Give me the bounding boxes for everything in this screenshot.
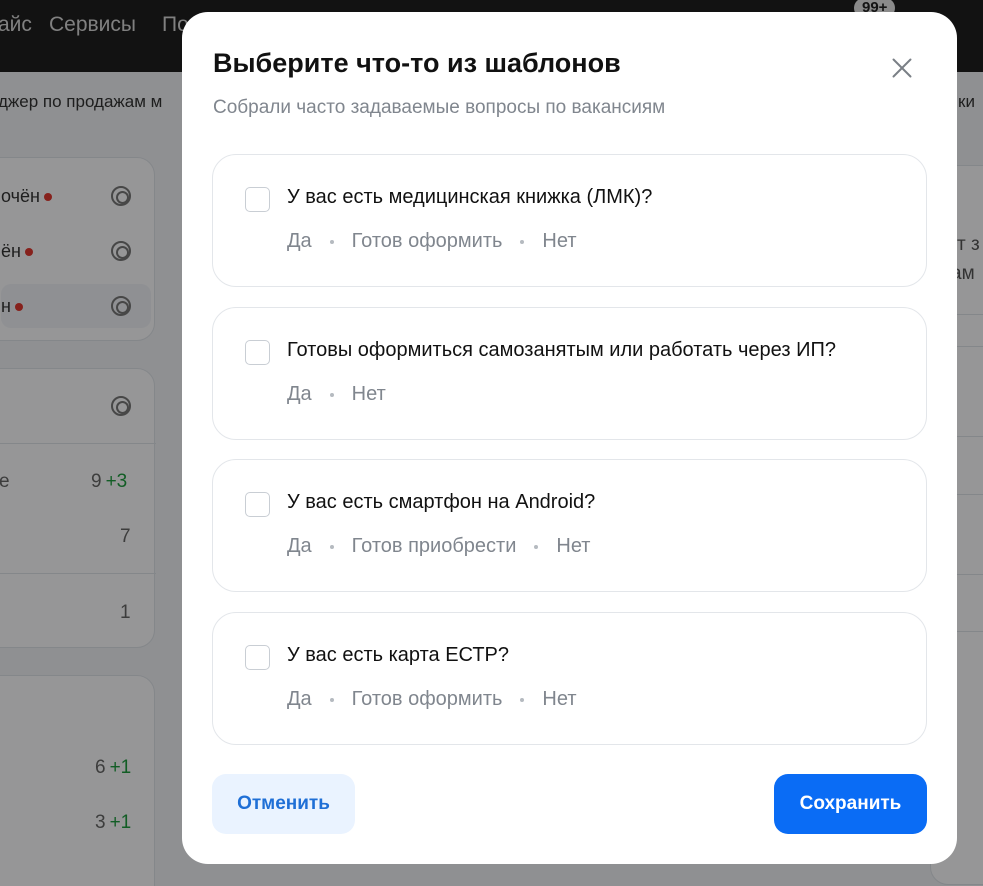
question-card[interactable]: У вас есть медицинская книжка (ЛМК)? Да …	[212, 154, 927, 287]
answer-option: Да	[287, 230, 312, 252]
question-checkbox[interactable]	[245, 492, 270, 517]
answer-options: Да Готов оформить Нет	[287, 688, 576, 711]
separator-dot-icon	[329, 239, 334, 244]
separator-dot-icon	[520, 239, 525, 244]
modal-subtitle: Собрали часто задаваемые вопросы по вака…	[213, 97, 666, 118]
answer-option: Нет	[542, 688, 577, 710]
question-card[interactable]: У вас есть смартфон на Android? Да Готов…	[212, 459, 927, 592]
separator-dot-icon	[329, 697, 334, 702]
answer-option: Да	[287, 383, 312, 405]
question-card[interactable]: У вас есть карта ЕСТР? Да Готов оформить…	[212, 612, 927, 745]
modal-title: Выберите что-то из шаблонов	[213, 48, 621, 78]
question-card[interactable]: Готовы оформиться самозанятым или работа…	[212, 307, 927, 440]
question-text: У вас есть медицинская книжка (ЛМК)?	[287, 186, 653, 208]
answer-options: Да Готов оформить Нет	[287, 230, 576, 253]
answer-option: Нет	[542, 230, 577, 252]
question-checkbox[interactable]	[245, 187, 270, 212]
separator-dot-icon	[520, 697, 525, 702]
answer-option: Да	[287, 688, 312, 710]
save-button[interactable]: Сохранить	[774, 774, 927, 834]
separator-dot-icon	[329, 544, 334, 549]
question-text: У вас есть смартфон на Android?	[287, 491, 596, 513]
separator-dot-icon	[534, 544, 539, 549]
answer-options: Да Готов приобрести Нет	[287, 535, 590, 558]
answer-option: Нет	[351, 383, 386, 405]
question-checkbox[interactable]	[245, 645, 270, 670]
question-text: У вас есть карта ЕСТР?	[287, 644, 510, 666]
cancel-button[interactable]: Отменить	[212, 774, 355, 834]
question-text: Готовы оформиться самозанятым или работа…	[287, 339, 836, 361]
answer-options: Да Нет	[287, 383, 386, 406]
answer-option: Готов оформить	[351, 230, 503, 252]
separator-dot-icon	[329, 392, 334, 397]
close-icon[interactable]	[888, 54, 916, 82]
templates-modal: Выберите что-то из шаблонов Собрали част…	[182, 12, 957, 864]
answer-option: Нет	[556, 535, 591, 557]
answer-option: Да	[287, 535, 312, 557]
question-checkbox[interactable]	[245, 340, 270, 365]
answer-option: Готов приобрести	[351, 535, 517, 557]
answer-option: Готов оформить	[351, 688, 503, 710]
